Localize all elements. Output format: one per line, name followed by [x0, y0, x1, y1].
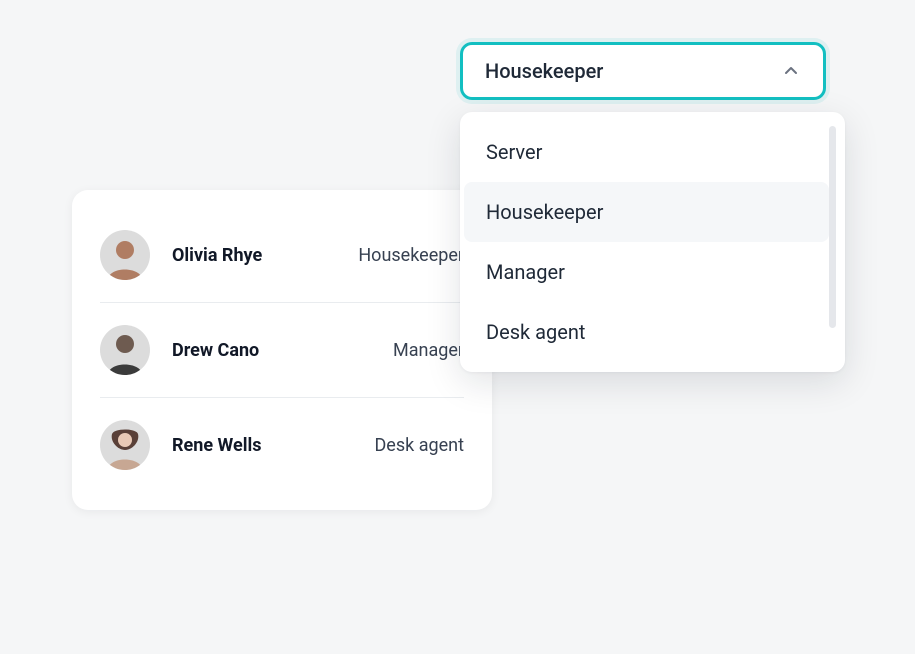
role-option-server[interactable]: Server	[464, 122, 829, 182]
user-row[interactable]: Rene Wells Desk agent	[72, 398, 492, 492]
user-role-label: Desk agent	[324, 435, 464, 456]
user-role-label: Manager	[324, 340, 464, 361]
user-name-label: Olivia Rhye	[172, 245, 324, 266]
user-row[interactable]: Drew Cano Manager	[72, 303, 492, 397]
avatar	[100, 420, 150, 470]
user-row[interactable]: Olivia Rhye Housekeeper	[72, 208, 492, 302]
user-name-label: Rene Wells	[172, 435, 324, 456]
role-option-manager[interactable]: Manager	[464, 242, 829, 302]
chevron-up-icon	[781, 61, 801, 81]
role-option-housekeeper[interactable]: Housekeeper	[464, 182, 829, 242]
avatar	[100, 325, 150, 375]
user-role-label: Housekeeper	[324, 245, 464, 266]
role-dropdown-selected-label: Housekeeper	[485, 59, 603, 83]
scrollbar[interactable]	[829, 126, 836, 328]
role-option-desk-agent[interactable]: Desk agent	[464, 302, 829, 362]
user-name-label: Drew Cano	[172, 340, 324, 361]
avatar-person-icon	[100, 230, 150, 280]
role-dropdown-trigger[interactable]: Housekeeper	[460, 42, 826, 100]
avatar-person-icon	[100, 325, 150, 375]
user-list-card: Olivia Rhye Housekeeper Drew Cano Manage…	[72, 190, 492, 510]
avatar	[100, 230, 150, 280]
role-dropdown-panel: Server Housekeeper Manager Desk agent	[460, 112, 845, 372]
avatar-person-icon	[100, 420, 150, 470]
